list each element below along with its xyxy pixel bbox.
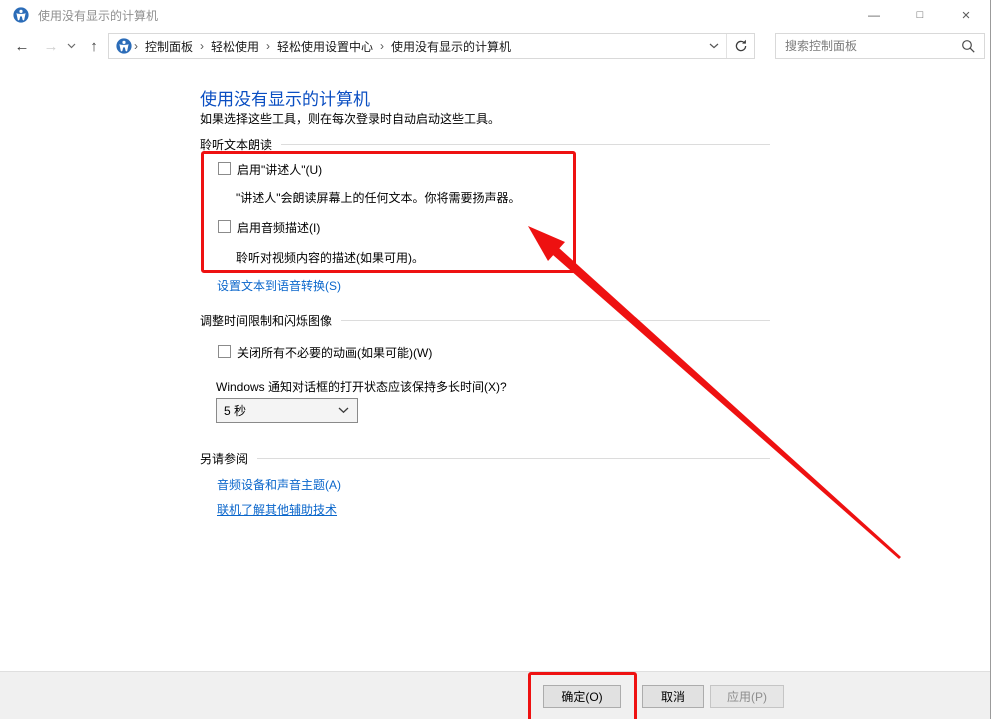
notification-duration-value: 5 秒 <box>217 402 338 419</box>
address-bar[interactable]: › 控制面板 › 轻松使用 › 轻松使用设置中心 › 使用没有显示的计算机 <box>108 33 755 59</box>
address-dropdown-button[interactable] <box>702 34 726 58</box>
section-see-also-header: 另请参阅 <box>200 450 248 467</box>
section-hear-text: 聆听文本朗读 <box>200 136 770 153</box>
recent-pages-button[interactable] <box>64 33 78 59</box>
forward-button[interactable]: → <box>38 33 64 59</box>
section-time-limits-header: 调整时间限制和闪烁图像 <box>200 312 332 329</box>
text-to-speech-link[interactable]: 设置文本到语音转换(S) <box>217 277 341 294</box>
annotation-arrow <box>0 0 991 719</box>
close-button[interactable]: × <box>943 0 989 30</box>
back-icon: ← <box>15 38 30 55</box>
breadcrumb-chevron-icon: › <box>378 39 386 53</box>
up-icon: ↑ <box>90 38 98 55</box>
breadcrumb-item-control-panel[interactable]: 控制面板 <box>140 38 198 55</box>
control-panel-window: 使用没有显示的计算机 — □ × ← → ↑ › 控制面板 › 轻松使用 › 轻… <box>0 0 991 719</box>
back-button[interactable]: ← <box>8 33 36 59</box>
refresh-icon <box>734 39 748 53</box>
narrator-description: "讲述人"会朗读屏幕上的任何文本。你将需要扬声器。 <box>236 189 521 206</box>
breadcrumb-chevron-icon: › <box>264 39 272 53</box>
breadcrumb-chevron-icon: › <box>198 39 206 53</box>
chevron-down-icon <box>338 407 349 414</box>
section-see-also: 另请参阅 <box>200 450 770 467</box>
section-hear-text-header: 聆听文本朗读 <box>200 136 272 153</box>
ok-button[interactable]: 确定(O) <box>543 685 621 708</box>
assistive-technologies-online-link[interactable]: 联机了解其他辅助技术 <box>217 501 337 518</box>
notification-duration-select[interactable]: 5 秒 <box>216 398 358 423</box>
narrator-checkbox-label[interactable]: 启用"讲述人"(U) <box>237 161 322 178</box>
ease-of-access-icon <box>13 7 29 23</box>
notification-duration-question: Windows 通知对话框的打开状态应该保持多长时间(X)? <box>216 378 507 395</box>
footer-bar <box>0 671 990 719</box>
breadcrumb-item-ease-of-access[interactable]: 轻松使用 <box>206 38 264 55</box>
page-subtitle: 如果选择这些工具，则在每次登录时自动启动这些工具。 <box>200 110 500 127</box>
minimize-button[interactable]: — <box>851 0 897 30</box>
window-controls: — □ × <box>851 0 989 30</box>
ease-of-access-icon <box>116 38 132 54</box>
audio-description-description: 聆听对视频内容的描述(如果可用)。 <box>236 249 424 266</box>
animations-checkbox-label[interactable]: 关闭所有不必要的动画(如果可能)(W) <box>237 344 432 361</box>
audio-description-checkbox-label[interactable]: 启用音频描述(I) <box>237 219 320 236</box>
search-box <box>775 33 985 59</box>
narrator-checkbox-row: 启用"讲述人"(U) <box>218 161 322 178</box>
section-divider <box>341 320 770 321</box>
animations-checkbox-row: 关闭所有不必要的动画(如果可能)(W) <box>218 344 432 361</box>
chevron-down-icon <box>67 43 76 49</box>
breadcrumb-item-ease-of-access-center[interactable]: 轻松使用设置中心 <box>272 38 378 55</box>
search-icon <box>961 39 976 54</box>
window-title: 使用没有显示的计算机 <box>38 7 158 24</box>
maximize-button[interactable]: □ <box>897 0 943 30</box>
section-divider <box>281 144 770 145</box>
apply-button[interactable]: 应用(P) <box>710 685 784 708</box>
narrator-checkbox[interactable] <box>218 162 231 175</box>
refresh-button[interactable] <box>727 34 754 58</box>
audio-devices-link[interactable]: 音频设备和声音主题(A) <box>217 476 341 493</box>
section-time-limits: 调整时间限制和闪烁图像 <box>200 312 770 329</box>
maximize-icon: □ <box>917 9 924 21</box>
cancel-button[interactable]: 取消 <box>642 685 704 708</box>
page-title: 使用没有显示的计算机 <box>200 85 370 110</box>
breadcrumb-chevron-icon: › <box>132 39 140 53</box>
close-icon: × <box>962 7 971 24</box>
up-button[interactable]: ↑ <box>82 33 106 59</box>
audio-description-checkbox[interactable] <box>218 220 231 233</box>
section-divider <box>257 458 770 459</box>
minimize-icon: — <box>868 8 880 22</box>
forward-icon: → <box>44 38 59 55</box>
title-bar: 使用没有显示的计算机 — □ × <box>0 0 990 30</box>
chevron-down-icon <box>709 43 719 49</box>
animations-checkbox[interactable] <box>218 345 231 358</box>
audio-description-checkbox-row: 启用音频描述(I) <box>218 219 320 236</box>
search-input[interactable] <box>776 39 961 53</box>
breadcrumb-item-current-page[interactable]: 使用没有显示的计算机 <box>386 38 516 55</box>
